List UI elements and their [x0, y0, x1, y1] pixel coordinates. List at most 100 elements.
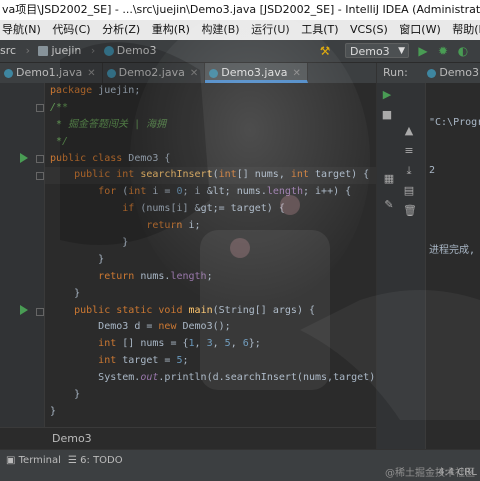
code-line: */ [50, 135, 69, 147]
breadcrumb-label: Demo3 [52, 432, 92, 445]
code-line: int [] nums = {1, 3, 5, 6}; [98, 338, 261, 350]
fold-icon[interactable] [36, 308, 44, 316]
terminal-label: Terminal [18, 455, 61, 466]
run-tab[interactable]: Demo3 [427, 66, 479, 79]
nav-src[interactable]: src [0, 40, 16, 62]
run-toolbar: ▶ ■ ▲ ≡ ⤓ ▦ ▤ ✎ 🗑 [377, 83, 426, 449]
code-line: public int searchInsert(int[] nums, int … [74, 169, 370, 181]
run-class-icon[interactable] [20, 153, 28, 163]
scroll-up-icon[interactable]: ▲ [403, 125, 415, 137]
code-line: return nums.length; [98, 270, 213, 282]
output-line: 进程完成, [429, 245, 476, 256]
menu-analyze[interactable]: 分析(Z) [102, 23, 140, 36]
class-icon [103, 46, 114, 56]
code-line: } [50, 287, 81, 299]
todo-icon: ☰ [68, 455, 77, 466]
fold-icon[interactable] [36, 172, 44, 180]
nav-class-label: Demo3 [116, 44, 157, 57]
tab-demo2[interactable]: Demo2.java ✕ [103, 63, 206, 83]
nav-package-label: juejin [51, 44, 82, 57]
nav-src-label: src [0, 44, 17, 57]
run-label: Run: [383, 66, 408, 79]
menu-window[interactable]: 窗口(W) [399, 23, 440, 36]
class-icon [427, 68, 437, 78]
run-main-icon[interactable] [20, 305, 28, 315]
menu-bar: 导航(N) 代码(C) 分析(Z) 重构(R) 构建(B) 运行(U) 工具(T… [0, 20, 480, 40]
close-icon[interactable]: ✕ [87, 68, 95, 79]
editor-tabs: Demo1.java ✕ Demo2.java ✕ Demo3.java ✕ [0, 63, 376, 83]
breadcrumb[interactable]: Demo3 [0, 427, 376, 449]
code-editor[interactable]: package juejin; /** * 掘金答题闯关 | 海拥 */ publi… [0, 83, 376, 427]
code-text[interactable]: package juejin; /** * 掘金答题闯关 | 海拥 */ publi… [50, 83, 376, 421]
print-icon[interactable]: ▤ [403, 185, 415, 197]
code-line: } [50, 253, 105, 265]
code-line: /** [50, 101, 69, 113]
close-icon[interactable]: ✕ [190, 68, 198, 79]
run-header: Run: Demo3 [377, 63, 480, 83]
tab-label: Demo2.java [118, 66, 185, 79]
run-tab-label: Demo3 [439, 66, 479, 79]
code-line: System.out.println(d.searchInsert(nums,t… [98, 372, 376, 384]
nav-separator: › [90, 44, 96, 57]
code-line: int target = 5; [98, 355, 189, 367]
fold-icon[interactable] [36, 155, 44, 163]
chevron-down-icon: ▼ [398, 46, 405, 56]
code-line: return i; [146, 220, 201, 232]
editor-gutter[interactable] [0, 83, 45, 427]
run-config-label: Demo3 [350, 45, 390, 58]
code-line: package juejin; [50, 85, 141, 96]
todo-label: 6: TODO [80, 455, 123, 466]
code-line: public class Demo3 { [50, 152, 171, 164]
nav-package[interactable]: juejin [35, 40, 81, 62]
trash-icon[interactable]: 🗑 [403, 205, 417, 217]
tab-demo3[interactable]: Demo3.java ✕ [205, 63, 308, 83]
code-line: public static void main(String[] args) { [74, 304, 315, 316]
output-line: 2 [429, 165, 436, 176]
tab-label: Demo3.java [221, 66, 288, 79]
rerun-icon[interactable]: ▶ [381, 89, 393, 101]
class-icon [209, 68, 219, 78]
menu-run[interactable]: 运行(U) [251, 23, 290, 36]
code-line: } [50, 389, 81, 401]
code-line: * 掘金答题闯关 | 海拥 [50, 118, 167, 130]
menu-navigate[interactable]: 导航(N) [2, 23, 41, 36]
coverage-icon[interactable]: ◐ [456, 44, 470, 58]
pin-icon[interactable]: ✎ [383, 199, 395, 211]
fold-icon[interactable] [36, 104, 44, 112]
nav-separator: › [25, 44, 30, 57]
scroll-end-icon[interactable]: ⤓ [403, 165, 415, 177]
code-line: } [50, 237, 129, 249]
run-config-select[interactable]: Demo3 ▼ [345, 43, 409, 58]
menu-build[interactable]: 构建(B) [201, 23, 239, 36]
code-line: Demo3 d = new Demo3(); [98, 321, 231, 333]
tab-demo1[interactable]: Demo1.java ✕ [0, 63, 103, 83]
navigation-bar: src › juejin › Demo3 ⚒ Demo3 ▼ ▶ ✹ ◐ [0, 40, 480, 63]
window-title: va项目\JSD2002_SE] - ...\src\juejin\Demo3.… [0, 0, 480, 20]
run-output[interactable]: "C:\Progr 2 进程完成, [429, 83, 480, 291]
soft-wrap-icon[interactable]: ≡ [403, 145, 415, 157]
debug-bug-icon[interactable]: ✹ [436, 44, 450, 58]
folder-icon [38, 46, 49, 56]
run-tool-window: Run: Demo3 ▶ ■ ▲ ≡ ⤓ ▦ ▤ ✎ 🗑 "C:\Progr 2… [376, 63, 480, 449]
code-line: for (int i = 0; i &lt; nums.length; i++)… [98, 186, 352, 198]
build-hammer-icon[interactable]: ⚒ [318, 44, 332, 58]
menu-vcs[interactable]: VCS(S) [350, 23, 388, 36]
close-icon[interactable]: ✕ [292, 68, 300, 79]
todo-tab[interactable]: ☰ 6: TODO [68, 454, 123, 468]
output-line: "C:\Progr [429, 117, 480, 128]
code-line: } [50, 405, 57, 417]
run-icon[interactable]: ▶ [416, 44, 430, 58]
menu-help[interactable]: 帮助(H) [452, 23, 480, 36]
terminal-tab[interactable]: ▣ Terminal [6, 454, 61, 468]
stop-icon[interactable]: ■ [381, 109, 393, 121]
menu-refactor[interactable]: 重构(R) [152, 23, 190, 36]
layout-icon[interactable]: ▦ [383, 173, 395, 185]
menu-tools[interactable]: 工具(T) [301, 23, 338, 36]
watermark: @稀土掘金技术社区 [385, 468, 475, 479]
tab-label: Demo1.java [16, 66, 83, 79]
menu-code[interactable]: 代码(C) [52, 23, 90, 36]
code-line: if (nums[i] &gt;= target) { [122, 203, 285, 215]
terminal-icon: ▣ [6, 455, 16, 466]
nav-class[interactable]: Demo3 [101, 40, 157, 62]
class-icon [106, 68, 116, 78]
